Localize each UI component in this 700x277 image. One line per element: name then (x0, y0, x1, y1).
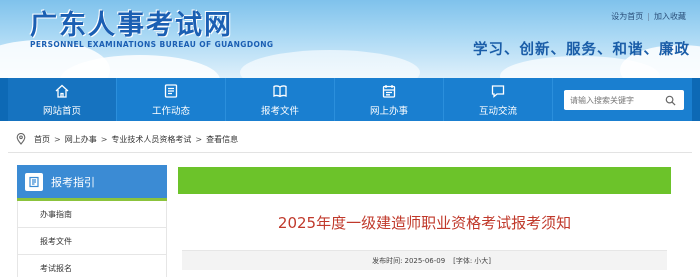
breadcrumb-separator: > (54, 134, 61, 144)
site-header: 广东人事考试网 PERSONNEL EXAMINATIONS BUREAU OF… (0, 0, 700, 78)
breadcrumb-separator: > (195, 134, 203, 144)
book-icon (273, 84, 287, 97)
guide-icon (25, 172, 43, 191)
search-input[interactable] (564, 91, 660, 109)
sidebar-item-exam-files[interactable]: 报考文件 (17, 228, 167, 255)
home-icon (55, 84, 69, 98)
location-pin-icon (16, 133, 26, 145)
nav-item-exam-files[interactable]: 报考文件 (226, 78, 335, 121)
nav-item-work-news[interactable]: 工作动态 (117, 78, 226, 121)
search-box (564, 90, 684, 110)
main-nav: 网站首页 工作动态 报考文件 网上办事 互动交流 (0, 78, 700, 121)
breadcrumb-separator: > (100, 134, 108, 144)
sidebar-item-guide[interactable]: 办事指南 (17, 201, 167, 228)
nav-item-label: 网上办事 (369, 105, 408, 117)
breadcrumb-current: 查看信息 (206, 134, 239, 144)
document-list-icon (164, 83, 178, 98)
nav-item-label: 工作动态 (151, 105, 190, 117)
breadcrumb-divider (8, 152, 692, 153)
nav-item-label: 网站首页 (42, 105, 81, 117)
site-logo-title[interactable]: 广东人事考试网 (30, 3, 233, 42)
publish-date: 2025-06-09 (404, 256, 446, 265)
calendar-icon (382, 84, 396, 98)
top-links: 设为首页 | 加入收藏 (611, 11, 686, 22)
nav-item-home[interactable]: 网站首页 (8, 78, 117, 121)
breadcrumb-online-services[interactable]: 网上办事 (65, 134, 97, 145)
top-link-separator: | (647, 12, 650, 21)
breadcrumb-home[interactable]: 首页 (34, 134, 50, 145)
cloud-decoration (240, 50, 420, 78)
content-header-bar (178, 167, 671, 194)
site-logo-subtitle: PERSONNEL EXAMINATIONS BUREAU OF GUANGDO… (30, 40, 274, 49)
sidebar-title: 报考指引 (51, 175, 95, 189)
search-icon (665, 95, 676, 106)
breadcrumb: 首页 > 网上办事 > 专业技术人员资格考试 > 查看信息 (16, 130, 238, 148)
breadcrumb-professional-exams[interactable]: 专业技术人员资格考试 (111, 134, 191, 145)
site-slogan: 学习、创新、服务、和谐、廉政 (473, 42, 690, 58)
search-button[interactable] (660, 91, 680, 109)
font-size-label: [字体: (453, 256, 473, 265)
article-meta: 发布时间: 2025-06-09 [字体: 小大] (182, 250, 667, 270)
publish-label: 发布时间: (372, 256, 403, 265)
font-size-toggle[interactable]: 小大] (474, 256, 491, 266)
sidebar-header: 报考指引 (17, 165, 167, 201)
set-homepage-link[interactable]: 设为首页 (611, 12, 643, 21)
article-title: 2025年度一级建造师职业资格考试报考须知 (277, 214, 572, 232)
nav-item-online-services[interactable]: 网上办事 (335, 78, 444, 121)
sidebar: 报考指引 办事指南 报考文件 考试报名 (17, 165, 167, 277)
sidebar-item-registration[interactable]: 考试报名 (17, 255, 167, 277)
chat-icon (491, 84, 505, 98)
add-favorite-link[interactable]: 加入收藏 (654, 12, 686, 21)
nav-item-interaction[interactable]: 互动交流 (444, 78, 553, 121)
nav-item-label: 报考文件 (260, 105, 299, 117)
nav-item-label: 互动交流 (478, 105, 517, 117)
